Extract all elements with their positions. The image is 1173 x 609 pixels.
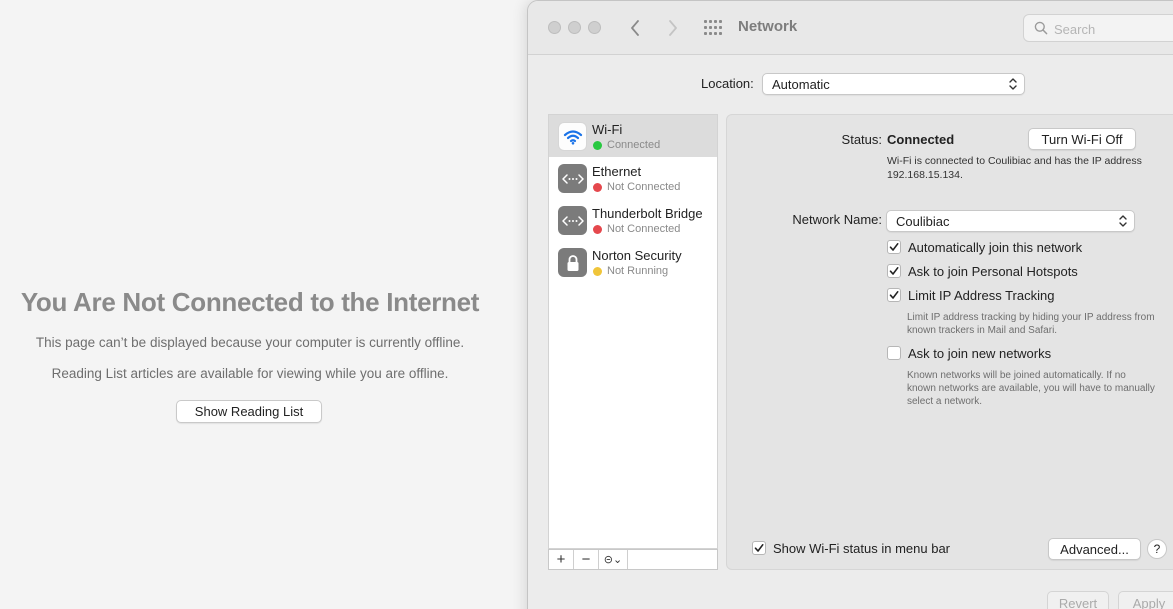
lock-icon: [558, 248, 587, 277]
offline-title: You Are Not Connected to the Internet: [20, 287, 480, 317]
personal-hotspots-checkbox[interactable]: Ask to join Personal Hotspots: [887, 263, 1078, 279]
service-status: Not Connected: [607, 223, 681, 235]
checkbox-checked[interactable]: [887, 264, 901, 278]
location-select[interactable]: Automatic: [762, 73, 1025, 95]
checkbox-unchecked[interactable]: [887, 346, 901, 360]
offline-message: This page can’t be displayed because you…: [35, 335, 465, 350]
remove-service-button[interactable]: −: [574, 550, 599, 569]
services-toolbar: + − ⊝⌄: [548, 549, 718, 570]
network-name-select[interactable]: Coulibiac: [886, 210, 1135, 232]
service-name: Norton Security: [592, 248, 682, 263]
chevron-right-icon: [669, 20, 677, 36]
limit-ip-tracking-checkbox[interactable]: Limit IP Address Tracking: [887, 287, 1054, 303]
updown-chevron-icon: [1119, 215, 1127, 227]
status-dot-red: [593, 183, 602, 192]
status-description: Wi-Fi is connected to Coulibiac and has …: [887, 155, 1142, 181]
ethernet-icon: [558, 164, 587, 193]
safari-offline-page: You Are Not Connected to the Internet Th…: [0, 0, 500, 609]
action-menu-button[interactable]: ⊝⌄: [599, 550, 628, 569]
service-norton-security[interactable]: Norton Security Not Running: [549, 241, 717, 283]
checkbox-checked[interactable]: [887, 240, 901, 254]
turn-wifi-off-button[interactable]: Turn Wi-Fi Off: [1028, 128, 1136, 150]
show-wifi-status-checkbox[interactable]: Show Wi-Fi status in menu bar: [752, 540, 950, 556]
add-service-button[interactable]: +: [549, 550, 574, 569]
updown-chevron-icon: [1009, 78, 1017, 90]
show-reading-list-button[interactable]: Show Reading List: [176, 400, 322, 423]
window-titlebar: Network: [528, 1, 1173, 55]
status-dot-red: [593, 225, 602, 234]
forward-button[interactable]: [662, 16, 684, 40]
close-window-button[interactable]: [548, 21, 561, 34]
checkmark-icon: [889, 291, 899, 299]
checkbox-checked[interactable]: [752, 541, 766, 555]
auto-join-checkbox[interactable]: Automatically join this network: [887, 239, 1082, 255]
search-field[interactable]: [1023, 14, 1173, 42]
service-status: Not Connected: [607, 181, 681, 193]
checkbox-label: Ask to join new networks: [908, 345, 1052, 361]
reading-list-message: Reading List articles are available for …: [51, 366, 449, 381]
status-label: Status:: [841, 132, 882, 147]
service-thunderbolt-bridge[interactable]: Thunderbolt Bridge Not Connected: [549, 199, 717, 241]
network-services-list: Wi-Fi Connected Ethernet Not Connected T…: [548, 114, 718, 549]
service-wifi[interactable]: Wi-Fi Connected: [549, 115, 717, 157]
revert-button[interactable]: Revert: [1047, 591, 1109, 609]
limit-ip-tracking-description: Limit IP address tracking by hiding your…: [907, 312, 1155, 336]
checkbox-label: Automatically join this network: [908, 239, 1083, 255]
service-status: Not Running: [607, 265, 669, 277]
location-value: Automatic: [772, 76, 830, 92]
search-input[interactable]: [1054, 19, 1173, 39]
checkmark-icon: [889, 267, 899, 275]
location-label: Location:: [701, 76, 754, 91]
service-name: Wi-Fi: [592, 122, 623, 137]
checkbox-label: Limit IP Address Tracking: [908, 287, 1055, 303]
checkbox-checked[interactable]: [887, 288, 901, 302]
wifi-detail-panel: Status: Connected Turn Wi-Fi Off Wi-Fi i…: [726, 114, 1173, 570]
help-button[interactable]: ?: [1147, 539, 1167, 559]
checkmark-icon: [889, 243, 899, 251]
checkmark-icon: [754, 544, 764, 552]
window-title: Network: [738, 18, 798, 35]
status-dot-yellow: [593, 267, 602, 276]
status-value: Connected: [887, 132, 955, 147]
ask-join-new-networks-checkbox[interactable]: Ask to join new networks: [887, 345, 1051, 361]
network-preferences-window: Network Location: Automatic Wi-Fi Connec…: [527, 0, 1173, 609]
service-name: Thunderbolt Bridge: [592, 206, 703, 221]
back-button[interactable]: [624, 16, 646, 40]
network-name-value: Coulibiac: [896, 213, 950, 229]
service-name: Ethernet: [592, 164, 642, 179]
advanced-button[interactable]: Advanced...: [1048, 538, 1141, 560]
checkbox-label: Ask to join Personal Hotspots: [908, 263, 1078, 279]
service-status: Connected: [607, 139, 661, 151]
wifi-icon: [558, 122, 587, 151]
network-name-label: Network Name:: [792, 212, 882, 227]
thunderbolt-icon: [558, 206, 587, 235]
minimize-window-button[interactable]: [568, 21, 581, 34]
chevron-left-icon: [631, 20, 639, 36]
search-icon: [1034, 21, 1048, 35]
checkbox-label: Show Wi-Fi status in menu bar: [773, 540, 951, 556]
apply-button[interactable]: Apply: [1118, 591, 1173, 609]
status-dot-green: [593, 141, 602, 150]
zoom-window-button[interactable]: [588, 21, 601, 34]
ask-join-new-networks-description: Known networks will be joined automatica…: [907, 370, 1155, 407]
service-ethernet[interactable]: Ethernet Not Connected: [549, 157, 717, 199]
show-all-grid-icon[interactable]: [704, 20, 722, 36]
